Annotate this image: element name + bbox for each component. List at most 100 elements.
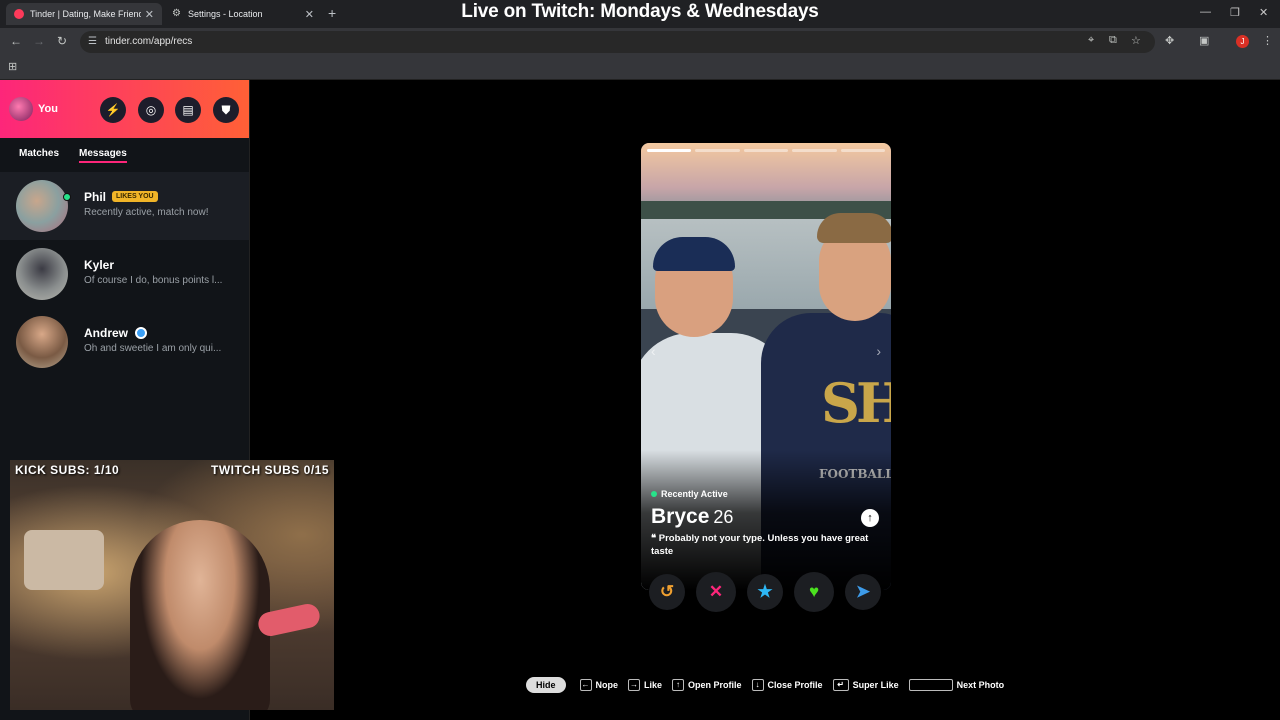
bookmark-star-icon[interactable]: ☆ (1131, 34, 1141, 47)
profile-first-name: Bryce (651, 505, 710, 528)
shortcut-label: Like (644, 680, 663, 690)
super-like-icon: ★ (757, 582, 773, 601)
keyboard-shortcuts-bar: Hide ← Nope → Like ↑ Open Profile ↓ Close Pr… (526, 675, 1014, 695)
location-icon[interactable]: ⌖ (1088, 34, 1094, 47)
bio-text: Probably not your type. Unless you have … (651, 533, 869, 557)
close-tab-icon[interactable]: ✕ (305, 8, 314, 21)
tab-settings[interactable]: ⚙ Settings - Location ✕ (164, 3, 322, 25)
sidebar-tabs: Matches Messages (0, 138, 249, 172)
message-item-kyler[interactable]: Kyler Of course I do, bonus points l... (0, 240, 249, 308)
like-icon: ♥ (808, 582, 820, 601)
up-arrow-key-icon: ↑ (672, 679, 685, 691)
gear-icon: ⚙ (172, 8, 181, 19)
tab-tinder[interactable]: Tinder | Dating, Make Friends & ✕ (6, 3, 162, 25)
profile-avatar-icon[interactable]: J (1236, 35, 1249, 48)
shortcut-super-like: ↵ Super Like (832, 679, 899, 691)
forward-icon[interactable]: → (33, 34, 45, 48)
boost-button[interactable]: ➤ (845, 574, 881, 610)
like-button[interactable]: ♥ (794, 572, 834, 612)
online-status-dot (63, 193, 71, 201)
enter-key-icon: ↵ (832, 679, 849, 691)
work-briefcase-icon[interactable]: ▤ (175, 97, 201, 123)
minimize-icon[interactable]: — (1200, 6, 1211, 18)
address-bar[interactable]: ☰ tinder.com/app/recs (80, 31, 1155, 53)
photo-progress-segment (695, 149, 740, 152)
hide-shortcuts-button[interactable]: Hide (526, 677, 566, 693)
apps-grid-icon[interactable]: ⊞ (8, 60, 17, 73)
tab-title: Settings - Location (188, 9, 263, 19)
streamer (130, 520, 270, 710)
sh-shirt-logo: SH (821, 371, 891, 435)
user-avatar[interactable] (9, 97, 33, 121)
down-arrow-key-icon: ↓ (751, 679, 764, 691)
user-label[interactable]: You (38, 103, 58, 115)
nope-button[interactable]: ✕ (696, 572, 736, 612)
profile-name: Bryce 26 (651, 505, 733, 529)
tab-title: Tinder | Dating, Make Friends & (30, 9, 141, 19)
rewind-icon: ↺ (659, 582, 675, 601)
browser-toolbar: ← → ↻ ☰ tinder.com/app/recs ⌖ ⧉ ☆ ✥ ▣ J … (0, 28, 1280, 56)
shortcut-label: Open Profile (688, 680, 742, 690)
reload-icon[interactable]: ↻ (57, 34, 67, 48)
shortcut-label: Super Like (852, 680, 899, 690)
shortcut-nope: ← Nope (579, 679, 618, 691)
browser-tab-bar: Tinder | Dating, Make Friends & ✕ ⚙ Sett… (0, 0, 1280, 28)
menu-kebab-icon[interactable]: ⋮ (1262, 34, 1273, 47)
new-tab-icon[interactable]: + (328, 5, 336, 21)
sidepanel-icon[interactable]: ▣ (1199, 34, 1209, 47)
space-key-icon (908, 679, 953, 691)
shortcut-open-profile: ↑ Open Profile (672, 679, 742, 691)
message-preview: Recently active, match now! (84, 207, 209, 218)
shortcut-label: Next Photo (956, 680, 1005, 690)
super-like-button[interactable]: ★ (747, 574, 783, 610)
photo-progress (647, 149, 886, 152)
site-info-icon[interactable]: ☰ (88, 31, 97, 53)
explore-compass-icon[interactable]: ◎ (138, 97, 164, 123)
verified-badge-icon (135, 327, 147, 339)
shortcut-next-photo: Next Photo (908, 679, 1005, 691)
recently-active-status: Recently Active (651, 489, 728, 499)
profile-age: 26 (713, 507, 734, 527)
nope-icon: ✕ (708, 582, 724, 601)
likes-you-badge: LIKES YOU (112, 191, 158, 202)
next-photo-icon[interactable]: › (876, 343, 881, 359)
photo-progress-segment (647, 149, 692, 152)
restore-icon[interactable]: ❐ (1230, 6, 1240, 19)
sidebar-header: You ⚡ ◎ ▤ ⛊ (0, 80, 249, 138)
install-icon[interactable]: ⧉ (1109, 34, 1117, 47)
tinder-favicon-icon (14, 9, 24, 19)
message-preview: Of course I do, bonus points l... (84, 275, 223, 286)
twitch-subs-counter: TWITCH SUBS 0/15 (210, 463, 329, 477)
active-dot (651, 491, 657, 497)
extensions-icon[interactable]: ✥ (1165, 34, 1174, 47)
avatar (16, 248, 68, 300)
previous-photo-icon[interactable]: ‹ (651, 343, 656, 359)
safety-shield-icon[interactable]: ⛊ (213, 97, 239, 123)
contact-name: Kyler (84, 258, 115, 272)
left-arrow-key-icon: ← (579, 679, 592, 691)
contact-name: Andrew (84, 326, 129, 340)
right-arrow-key-icon: → (628, 679, 641, 691)
message-item-phil[interactable]: Phil LIKES YOU Recently active, match no… (0, 172, 249, 240)
webcam-overlay: KICK SUBS: 1/10 TWITCH SUBS 0/15 (10, 460, 334, 710)
status-text: Recently Active (661, 489, 728, 499)
message-item-andrew[interactable]: Andrew Oh and sweetie I am only qui... (0, 308, 249, 376)
boost-icon[interactable]: ⚡ (100, 97, 126, 123)
rewind-button[interactable]: ↺ (649, 574, 685, 610)
close-window-icon[interactable]: ✕ (1259, 6, 1268, 19)
tab-matches[interactable]: Matches (19, 148, 59, 159)
open-profile-button[interactable]: ↑ (861, 509, 879, 527)
profile-bio: ❝ Probably not your type. Unless you hav… (651, 533, 869, 557)
tab-messages[interactable]: Messages (79, 148, 127, 163)
url-text: tinder.com/app/recs (105, 36, 193, 47)
photo-progress-segment (743, 149, 789, 152)
avatar (16, 180, 68, 232)
close-tab-icon[interactable]: ✕ (145, 8, 154, 21)
shortcut-like: → Like (628, 679, 662, 691)
profile-card[interactable]: SH FOOTBALL ‹ › Recently Active Bryce26 … (641, 143, 891, 590)
shortcut-label: Close Profile (767, 680, 823, 690)
couch (24, 530, 104, 590)
avatar (16, 316, 68, 368)
back-icon[interactable]: ← (10, 34, 22, 48)
photo-hair (817, 213, 891, 243)
